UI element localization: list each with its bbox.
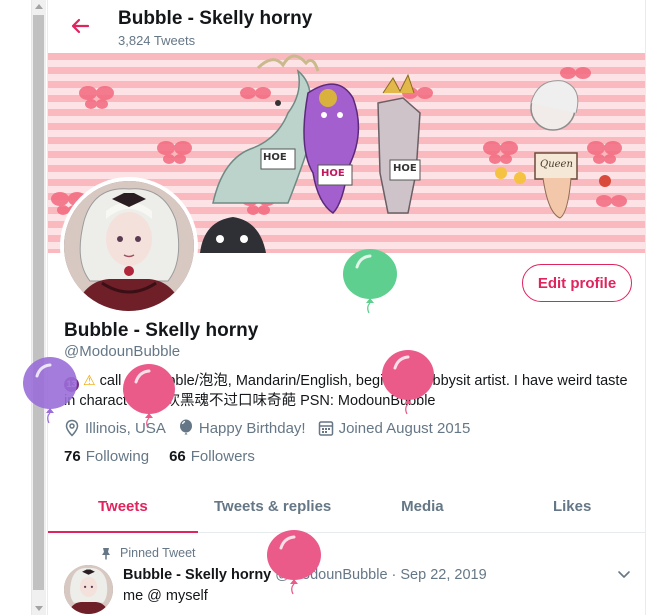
butterfly-decoration — [79, 86, 114, 109]
banner-sign-3: HOE — [393, 163, 417, 174]
balloon-pink-3 — [267, 530, 321, 595]
tab-tweets[interactable]: Tweets — [48, 481, 198, 533]
banner-sign-1: HOE — [263, 152, 287, 163]
chevron-down-icon — [618, 571, 630, 578]
birthday-text: Happy Birthday! — [198, 419, 306, 437]
followers-label: Followers — [190, 448, 255, 465]
following-link[interactable]: 76 Following — [64, 448, 149, 465]
balloon-pink-1 — [382, 350, 434, 415]
pinned-indicator: Pinned Tweet — [100, 546, 196, 560]
scroll-up-arrow[interactable] — [35, 4, 43, 9]
back-arrow-icon — [71, 18, 90, 34]
avatar-artwork — [64, 181, 194, 311]
banner-sign-4: Queen — [540, 159, 573, 170]
profile-tabs: Tweets Tweets & replies Media Likes — [48, 481, 645, 533]
calendar-icon — [318, 421, 333, 436]
pin-icon — [102, 547, 110, 559]
followers-count: 66 — [169, 448, 186, 465]
dark-creature — [200, 217, 266, 253]
dragon-character — [212, 54, 320, 204]
birthday-item: Happy Birthday! — [178, 419, 306, 437]
tab-media[interactable]: Media — [348, 481, 498, 532]
profile-header: Bubble - Skelly horny 3,824 Tweets — [48, 0, 645, 53]
tweet-date[interactable]: Sep 22, 2019 — [400, 567, 486, 583]
warning-icon: ⚠ — [83, 372, 96, 388]
following-label: Following — [85, 448, 150, 465]
tab-likes[interactable]: Likes — [497, 481, 645, 532]
scrollbar-thumb[interactable] — [33, 15, 44, 590]
scroll-down-arrow[interactable] — [35, 606, 43, 611]
balloon-pink-2 — [123, 364, 175, 429]
joined-text: Joined August 2015 — [338, 419, 471, 437]
joined-item: Joined August 2015 — [318, 419, 471, 437]
tweet-count: 3,824 Tweets — [118, 33, 196, 48]
tweet-separator: · — [391, 567, 397, 583]
header-title: Bubble - Skelly horny — [118, 8, 313, 29]
purple-creature — [303, 83, 360, 214]
balloon-green — [343, 249, 397, 314]
balloon-purple — [23, 357, 77, 424]
tweet-avatar[interactable] — [64, 565, 113, 614]
tweet-menu-button[interactable] — [616, 566, 632, 582]
tweet-text: me @ myself — [123, 588, 208, 604]
pinned-label: Pinned Tweet — [120, 546, 196, 560]
white-haired-character — [530, 80, 579, 219]
tweet-author-name[interactable]: Bubble - Skelly horny — [123, 567, 271, 583]
edit-profile-button[interactable]: Edit profile — [522, 264, 632, 302]
balloon-icon — [179, 419, 192, 435]
back-button[interactable] — [66, 12, 94, 40]
banner-sign-2: HOE — [321, 168, 345, 179]
profile-avatar[interactable] — [60, 177, 198, 315]
following-count: 76 — [64, 448, 81, 465]
followers-link[interactable]: 66 Followers — [169, 448, 255, 465]
tab-tweets-and-replies[interactable]: Tweets & replies — [198, 481, 348, 532]
follow-stats: 76 Following 66 Followers — [64, 448, 275, 465]
profile-handle: @ModounBubble — [64, 343, 181, 360]
tweet-avatar-artwork — [64, 565, 113, 614]
profile-display-name: Bubble - Skelly horny — [64, 320, 259, 341]
